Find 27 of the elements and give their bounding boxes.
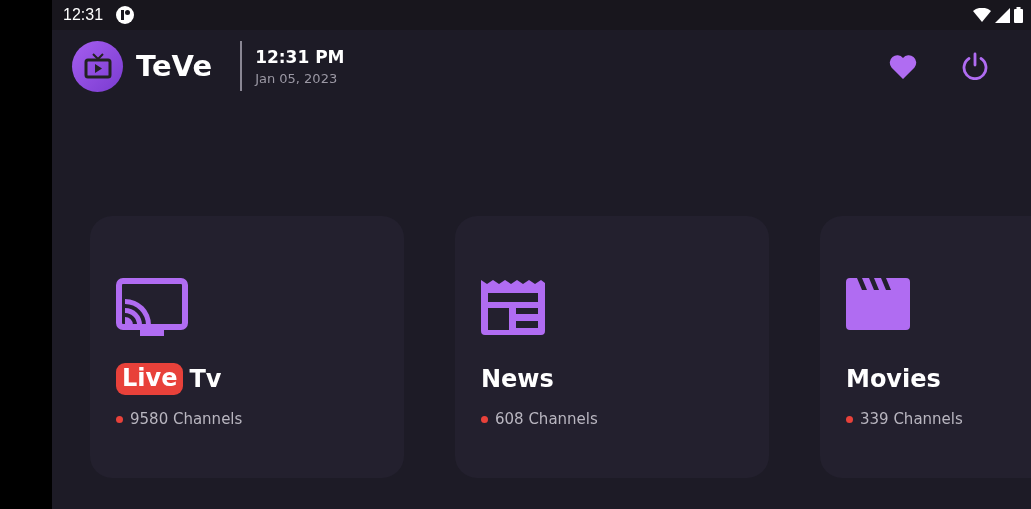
favorites-button[interactable] [889,53,917,79]
clapperboard-icon [846,278,910,330]
category-card[interactable]: News 608 Channels [455,216,769,478]
category-card[interactable]: Movies 339 Channels [820,216,1031,478]
wifi-icon [973,8,991,22]
category-card[interactable]: Live Tv 9580 Channels [90,216,404,478]
power-button[interactable] [961,52,989,80]
live-dot-icon [846,415,853,423]
category-title: Movies [846,365,941,393]
current-date: Jan 05, 2023 [255,70,339,86]
category-title: News [481,365,554,393]
newspaper-icon [481,278,545,336]
live-dot-icon [116,415,123,423]
notification-icon [115,5,136,25]
cast-tv-icon [116,278,188,338]
signal-icon [995,7,1010,23]
live-dot-icon [481,415,488,423]
channel-count: 608 Channels [495,410,598,428]
status-time: 12:31 [63,6,104,24]
app-name: TeVe [136,49,213,83]
channel-count: 339 Channels [860,410,963,428]
current-time: 12:31 PM [255,46,345,67]
channel-count: 9580 Channels [130,410,243,428]
live-badge: Live [116,363,184,395]
battery-icon [1014,7,1023,23]
category-title: Tv [189,365,222,393]
tv-logo-icon [72,40,123,92]
